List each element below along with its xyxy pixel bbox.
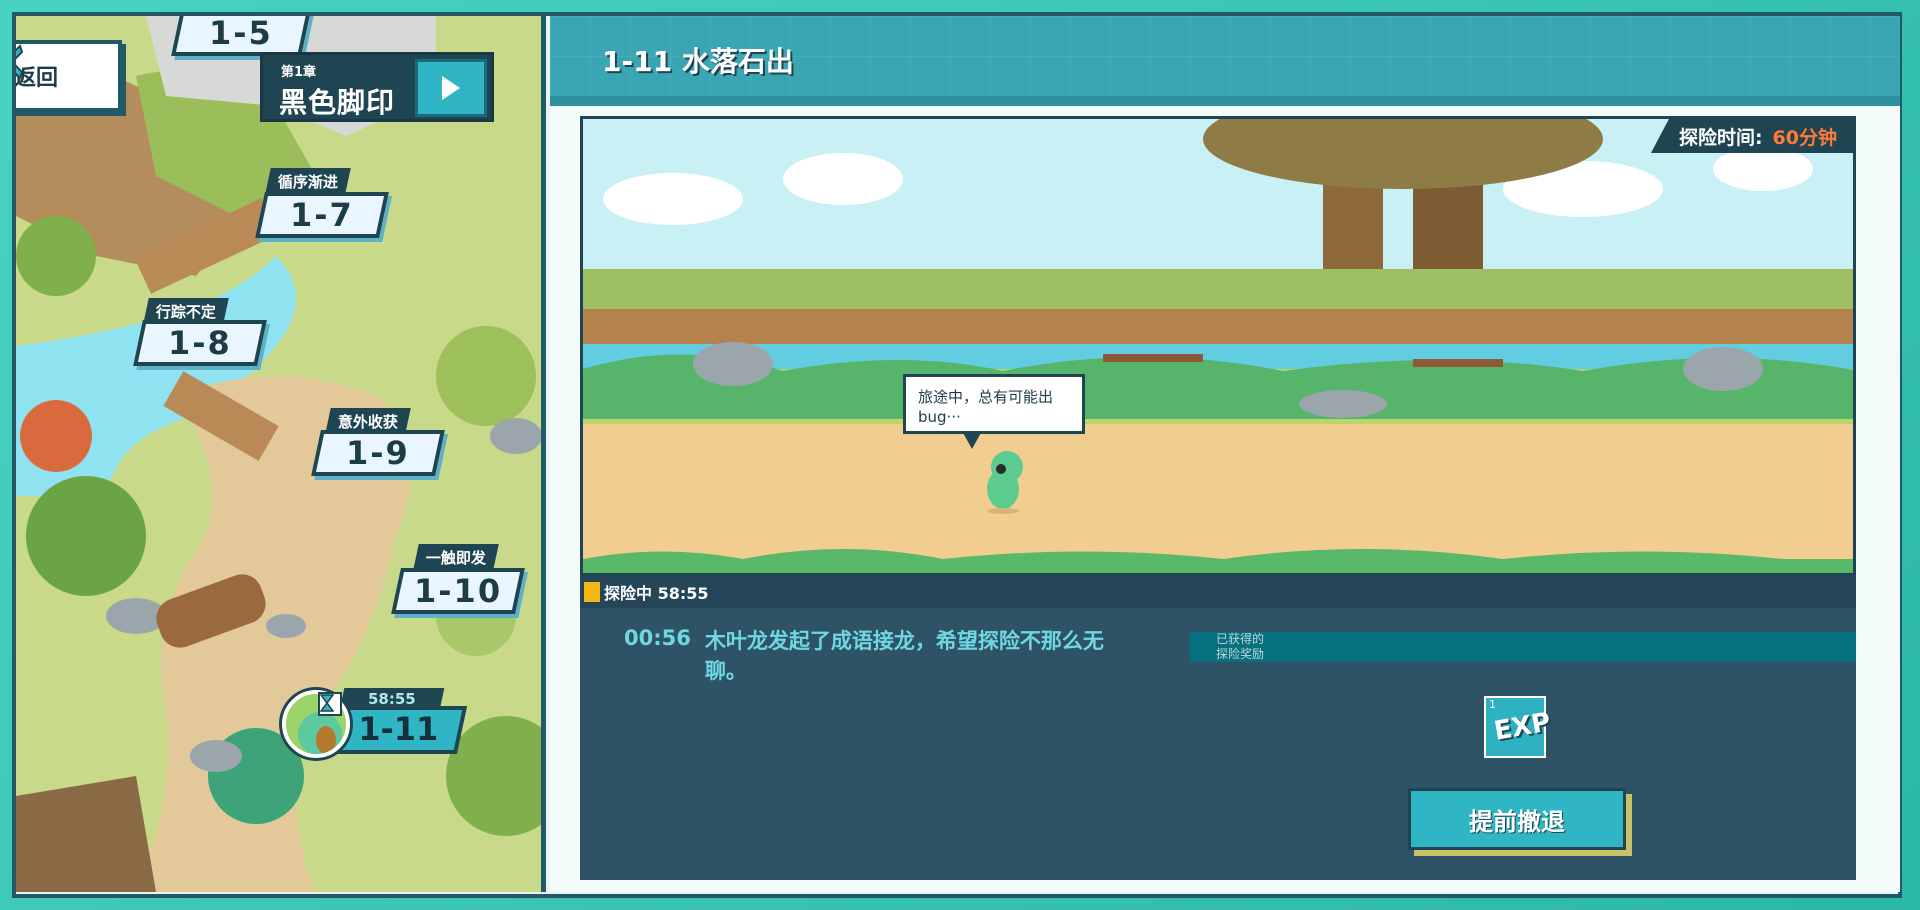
map-node-1-5[interactable]: 1-5 — [171, 16, 311, 56]
reward-label: EXP — [1491, 707, 1554, 747]
adventure-time-label: 探险时间: — [1678, 126, 1763, 149]
status-text: 探险中 58:55 — [604, 584, 709, 603]
map-node-1-8[interactable]: 1-8 — [133, 320, 267, 366]
scene-illustration — [583, 119, 1853, 573]
adventure-log: 探险中 58:55 00:56 木叶龙发起了成语接龙，希望探险不那么无聊。 已获… — [580, 576, 1856, 880]
rewards-header-line-2: 探险奖励 — [1216, 647, 1265, 661]
chapter-number: 第1章 — [281, 65, 317, 80]
chapter-banner[interactable]: 第1章 黑色脚印 — [260, 52, 494, 122]
hourglass-icon — [318, 692, 342, 716]
adventure-time-value: 60分钟 — [1772, 126, 1837, 149]
adventure-time-chip: 探险时间: 60分钟 — [1650, 119, 1853, 153]
back-button[interactable]: 返回 — [16, 40, 122, 112]
header-divider — [550, 96, 1900, 106]
panel-header: 1-11 水落石出 — [550, 16, 1900, 96]
play-button[interactable] — [415, 59, 487, 117]
node-tag-1-10: 一触即发 — [413, 544, 499, 570]
chapter-name: 黑色脚印 — [279, 86, 396, 119]
status-bar: 探险中 58:55 — [580, 576, 1856, 608]
map-illustration — [16, 16, 541, 892]
play-icon — [442, 76, 460, 100]
adventure-scene: 探险时间: 60分钟 旅途中，总有可能出bug··· — [580, 116, 1856, 576]
log-message: 木叶龙发起了成语接龙，希望探险不那么无聊。 — [704, 629, 1104, 683]
map-node-1-9[interactable]: 1-9 — [311, 430, 445, 476]
stage-title: 1-11 水落石出 — [602, 45, 794, 78]
speech-bubble: 旅途中，总有可能出bug··· — [903, 374, 1085, 449]
log-time: 00:56 — [624, 626, 691, 650]
chevron-left-icon — [16, 44, 24, 80]
chapter-map[interactable]: 1-5 返回 第1章 黑色脚印 循序渐进 1-7 行踪不定 1-8 意外收获 1… — [16, 16, 546, 892]
log-entry: 00:56 木叶龙发起了成语接龙，希望探险不那么无聊。 — [624, 626, 1124, 686]
exp-card-icon[interactable]: 1 EXP — [1484, 696, 1553, 758]
node-tag-1-7: 循序渐进 — [265, 168, 351, 194]
status-indicator — [584, 582, 600, 602]
rewards-header: 已获得的 探险奖励 — [1190, 632, 1856, 662]
early-retreat-button[interactable]: 提前撤退 — [1408, 788, 1626, 850]
adventure-panel: 1-11 水落石出 探险时间: 60分钟 旅途中，总有可能出bug··· 探险中… — [550, 16, 1900, 892]
map-node-1-7[interactable]: 1-7 — [255, 192, 389, 238]
reward-count: 1 — [1489, 698, 1496, 711]
map-node-1-11-current[interactable]: 58:55 1-11 — [282, 688, 468, 758]
rewards-header-line-1: 已获得的 — [1216, 632, 1265, 646]
map-node-1-10[interactable]: 1-10 — [391, 568, 525, 614]
